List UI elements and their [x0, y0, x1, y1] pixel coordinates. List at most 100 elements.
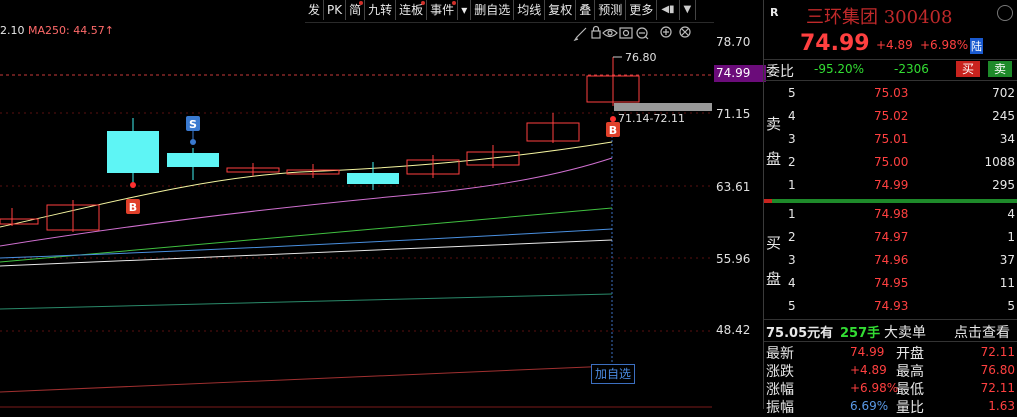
- weibi-label: 委比: [766, 64, 794, 80]
- bid-volume: 37: [999, 253, 1015, 267]
- toolbar-item-shijian[interactable]: 事件: [427, 0, 459, 20]
- bid-volume: 4: [1007, 207, 1015, 221]
- y-tick: 78.70: [716, 35, 751, 49]
- ask-volume: 295: [992, 178, 1015, 192]
- toolbar-item-ma[interactable]: 均线: [514, 0, 546, 20]
- toolbar-item-jiuzhuan[interactable]: 九转: [365, 0, 397, 20]
- toolbar-item-overlay[interactable]: 叠: [576, 0, 596, 20]
- buy-marker-label: B: [609, 124, 617, 137]
- buy-side-label: 盘: [766, 270, 782, 288]
- toolbar-item-jian[interactable]: 简: [346, 0, 366, 20]
- zoom-out-icon[interactable]: [636, 27, 649, 40]
- ask-level: 5: [788, 86, 796, 100]
- sell-side-label: 盘: [766, 150, 782, 168]
- toolbar-item-lianban[interactable]: 连板: [396, 0, 428, 20]
- notification-dot: [359, 1, 364, 5]
- stat-value: 1.63: [988, 399, 1015, 413]
- zoom-in-icon[interactable]: [660, 26, 672, 38]
- close-icon[interactable]: [679, 26, 691, 38]
- candle: [107, 131, 159, 173]
- bid-price: 74.97: [874, 230, 909, 244]
- toolbar-item-pk[interactable]: PK: [324, 0, 347, 20]
- sell-button[interactable]: 卖: [988, 61, 1012, 77]
- bid-price: 74.96: [874, 253, 909, 267]
- stat-label: 量比: [896, 400, 924, 416]
- bid-price: 74.93: [874, 299, 909, 313]
- add-watchlist-button[interactable]: 加自选: [591, 364, 635, 384]
- r-label: R: [770, 6, 779, 19]
- sell-side-label: 卖: [766, 115, 782, 133]
- ask-volume: 245: [992, 109, 1015, 123]
- spread-bar-red: [764, 199, 772, 203]
- ma-legend: 2.10 MA250: 44.57↑: [0, 24, 114, 37]
- big-order-qty: 257手: [840, 326, 881, 341]
- marker-dot: [190, 139, 196, 145]
- stat-value: 74.99: [850, 345, 885, 359]
- ask-price: 75.01: [874, 132, 909, 146]
- toolbar-item-adjust[interactable]: 复权: [545, 0, 577, 20]
- ma20-line: [0, 207, 613, 263]
- toolbar-item-fa[interactable]: 发: [305, 0, 325, 20]
- kline-chart[interactable]: 76.80 71.14-72.11 B S B: [0, 0, 714, 409]
- bid-level: 3: [788, 253, 796, 267]
- ma60-line: [0, 239, 613, 267]
- spread-bar-green: [772, 199, 1017, 203]
- ask-level: 1: [788, 178, 796, 192]
- high-label: 76.80: [625, 51, 657, 64]
- range-bar: [614, 103, 712, 111]
- big-order-type: 大卖单: [884, 325, 926, 341]
- chart-tools: [573, 25, 691, 42]
- ma250-line: [0, 365, 613, 393]
- stat-value: +6.98%: [850, 381, 899, 395]
- ask-level: 3: [788, 132, 796, 146]
- stat-value: +4.89: [850, 363, 887, 377]
- y-tick: 71.15: [716, 107, 751, 121]
- ask-level: 2: [788, 155, 796, 169]
- settings-icon[interactable]: [997, 5, 1013, 21]
- camera-icon[interactable]: [619, 27, 633, 39]
- y-tick: 63.61: [716, 180, 751, 194]
- last-price: 74.99: [800, 31, 870, 56]
- stat-label: 涨跌: [766, 364, 794, 380]
- range-label: 71.14-72.11: [618, 112, 685, 125]
- lock-icon[interactable]: [591, 25, 601, 39]
- stat-label: 最低: [896, 382, 924, 398]
- stat-value: 76.80: [980, 363, 1015, 377]
- toolbar-dropdown[interactable]: ▾: [458, 0, 472, 20]
- stat-label: 最新: [766, 346, 794, 362]
- big-order-view-link[interactable]: 点击查看: [954, 322, 1010, 342]
- brush-icon[interactable]: [573, 27, 587, 42]
- sell-marker-label: S: [189, 118, 197, 131]
- y-tick: 48.42: [716, 323, 751, 337]
- current-price-tag: 74.99: [714, 65, 766, 82]
- ma-legend-value: 2.10: [0, 24, 25, 37]
- toolbar-item-delete-watch[interactable]: 删自选: [471, 0, 515, 20]
- exit-icon[interactable]: ◀▮: [657, 0, 680, 20]
- candle: [347, 173, 399, 184]
- exchange-badge: 陆: [970, 38, 983, 54]
- toolbar-item-more[interactable]: 更多: [626, 0, 658, 20]
- big-order-price: 75.05元有: [766, 326, 834, 341]
- bid-price: 74.98: [874, 207, 909, 221]
- bid-volume: 1: [1007, 230, 1015, 244]
- eye-icon[interactable]: [602, 28, 618, 38]
- weibi-value: -95.20%: [814, 62, 865, 76]
- buy-button[interactable]: 买: [956, 61, 980, 77]
- ask-level: 4: [788, 109, 796, 123]
- stat-label: 最高: [896, 364, 924, 380]
- chevron-down-icon[interactable]: ▼: [680, 0, 697, 20]
- marker-dot: [130, 182, 136, 188]
- buy-marker-label: B: [129, 201, 137, 214]
- quote-panel: R 三环集团 300408 74.99 +4.89 +6.98% 陆 委比 -9…: [764, 0, 1017, 416]
- stat-label: 开盘: [896, 346, 924, 362]
- price-change: +4.89: [876, 38, 913, 52]
- ask-price: 74.99: [874, 178, 909, 192]
- y-tick: 55.96: [716, 252, 751, 266]
- stat-value: 72.11: [980, 345, 1015, 359]
- stat-label: 振幅: [766, 400, 794, 416]
- ask-volume: 34: [999, 132, 1015, 146]
- ma250-legend: MA250: 44.57: [28, 24, 105, 37]
- bid-volume: 5: [1007, 299, 1015, 313]
- toolbar-item-forecast[interactable]: 预测: [595, 0, 627, 20]
- separator: [764, 80, 1017, 81]
